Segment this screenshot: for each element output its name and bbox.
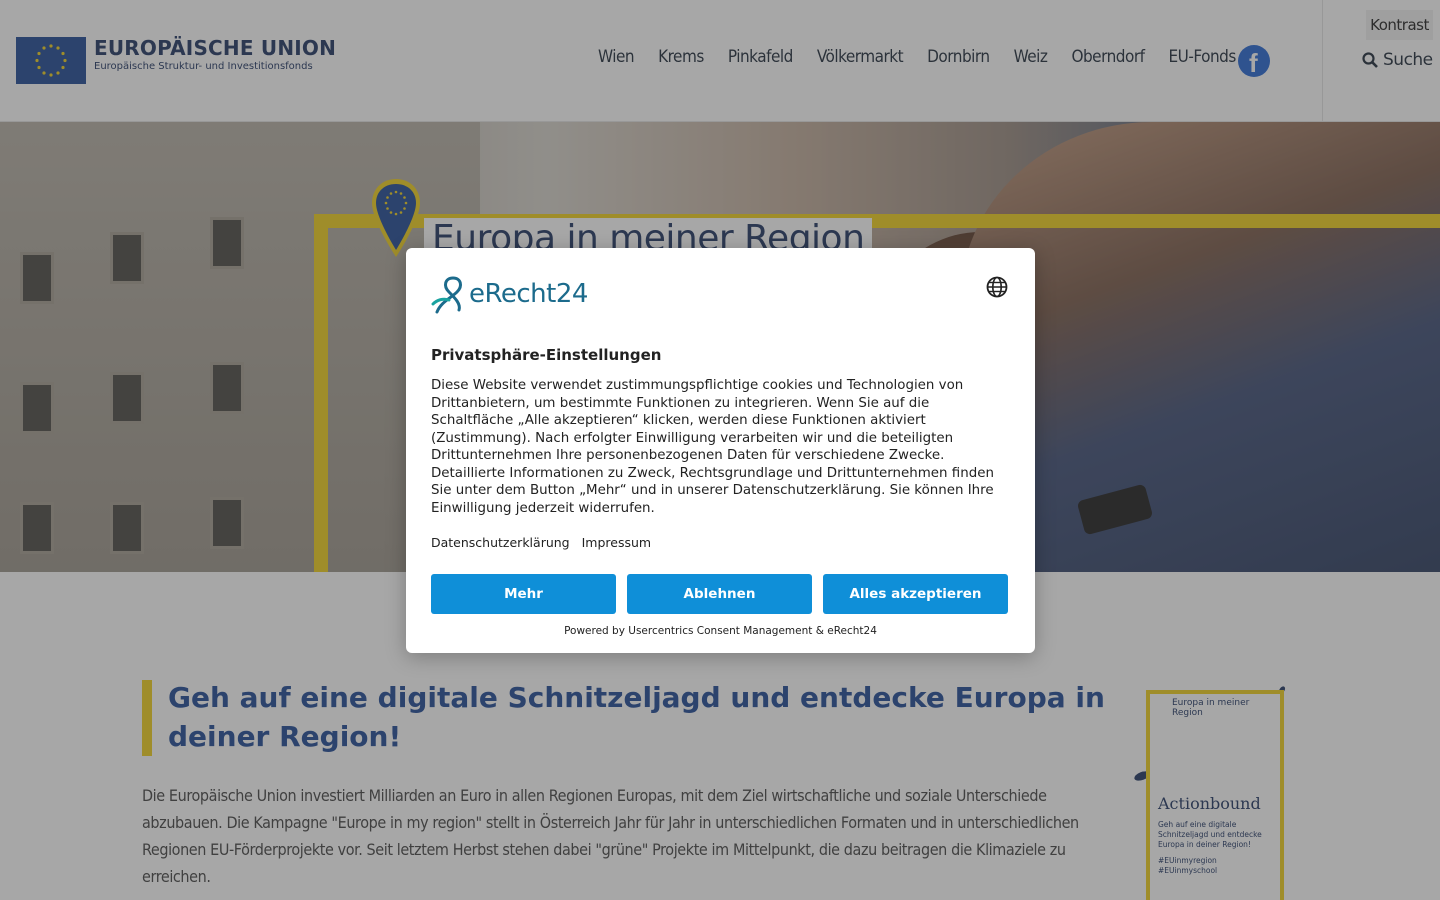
powered-by: Powered by Usercentrics Consent Manageme… <box>564 625 877 637</box>
brand-name: eRecht24 <box>469 279 588 309</box>
privacy-link[interactable]: Datenschutzerklärung <box>431 535 570 550</box>
dialog-buttons: Mehr Ablehnen Alles akzeptieren <box>431 574 1019 614</box>
more-button[interactable]: Mehr <box>431 574 616 614</box>
dialog-links: Datenschutzerklärung Impressum <box>431 535 663 550</box>
imprint-link[interactable]: Impressum <box>582 535 651 550</box>
dialog-title: Privatsphäre-Einstellungen <box>431 346 662 364</box>
dialog-body: Diese Website verwendet zustimmungspflic… <box>431 378 994 516</box>
accept-all-button[interactable]: Alles akzeptieren <box>823 574 1008 614</box>
erecht24-icon <box>431 276 462 314</box>
consent-dialog: eRecht24 Privatsphäre-Einstellungen Dies… <box>406 248 1035 653</box>
decline-button[interactable]: Ablehnen <box>627 574 812 614</box>
language-globe-icon[interactable] <box>986 276 1008 303</box>
erecht24-logo: eRecht24 <box>431 274 588 314</box>
